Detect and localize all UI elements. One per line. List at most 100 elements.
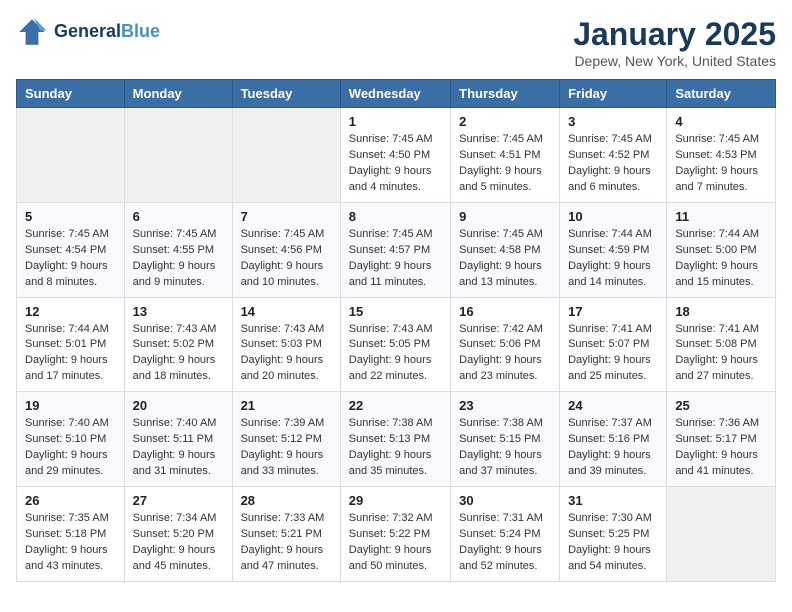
day-number: 17 — [568, 304, 658, 319]
weekday-header: Friday — [560, 80, 667, 108]
cell-text: Sunrise: 7:45 AM Sunset: 4:51 PM Dayligh… — [459, 132, 551, 196]
day-number: 12 — [25, 304, 116, 319]
day-number: 24 — [568, 398, 658, 413]
calendar-cell: 22 Sunrise: 7:38 AM Sunset: 5:13 PM Dayli… — [340, 392, 450, 487]
day-number: 25 — [675, 398, 767, 413]
cell-text: Sunrise: 7:42 AM Sunset: 5:06 PM Dayligh… — [459, 322, 551, 386]
cell-text: Sunrise: 7:36 AM Sunset: 5:17 PM Dayligh… — [675, 416, 767, 480]
weekday-header: Wednesday — [340, 80, 450, 108]
calendar-cell: 17Sunrise: 7:41 AM Sunset: 5:07 PM Dayli… — [560, 297, 667, 392]
cell-text: Sunrise: 7:45 AM Sunset: 4:53 PM Dayligh… — [675, 132, 767, 196]
day-number: 16 — [459, 304, 551, 319]
day-number: 2 — [459, 114, 551, 129]
cell-text: Sunrise: 7:40 AM Sunset: 5:11 PM Dayligh… — [133, 416, 224, 480]
calendar-cell — [17, 108, 125, 203]
day-number: 3 — [568, 114, 658, 129]
calendar-cell: 16 Sunrise: 7:42 AM Sunset: 5:06 PM Dayli… — [451, 297, 560, 392]
title-block: January 2025 Depew, New York, United Sta… — [573, 16, 776, 69]
cell-text: Sunrise: 7:41 AM Sunset: 5:08 PM Dayligh… — [675, 322, 767, 386]
cell-text: Sunrise: 7:31 AM Sunset: 5:24 PM Dayligh… — [459, 511, 551, 575]
logo: GeneralBlue — [16, 16, 160, 48]
day-number: 9 — [459, 209, 551, 224]
day-number: 28 — [241, 493, 332, 508]
day-number: 5 — [25, 209, 116, 224]
page-header: GeneralBlue January 2025 Depew, New York… — [16, 16, 776, 69]
calendar-week-row: 12 Sunrise: 7:44 AM Sunset: 5:01 PM Dayli… — [17, 297, 776, 392]
weekday-header: Sunday — [17, 80, 125, 108]
day-number: 13 — [133, 304, 224, 319]
cell-text: Sunrise: 7:44 AM Sunset: 5:01 PM Dayligh… — [25, 322, 116, 386]
calendar-cell: 15Sunrise: 7:43 AM Sunset: 5:05 PM Dayli… — [340, 297, 450, 392]
calendar-cell: 24 Sunrise: 7:37 AM Sunset: 5:16 PM Dayli… — [560, 392, 667, 487]
day-number: 7 — [241, 209, 332, 224]
weekday-header: Saturday — [667, 80, 776, 108]
cell-text: Sunrise: 7:35 AM Sunset: 5:18 PM Dayligh… — [25, 511, 116, 575]
day-number: 19 — [25, 398, 116, 413]
cell-text: Sunrise: 7:44 AM Sunset: 4:59 PM Dayligh… — [568, 227, 658, 291]
weekday-header: Tuesday — [232, 80, 340, 108]
calendar-cell: 19 Sunrise: 7:40 AM Sunset: 5:10 PM Dayli… — [17, 392, 125, 487]
calendar-cell: 25 Sunrise: 7:36 AM Sunset: 5:17 PM Dayli… — [667, 392, 776, 487]
calendar-cell — [667, 487, 776, 582]
cell-text: Sunrise: 7:44 AM Sunset: 5:00 PM Dayligh… — [675, 227, 767, 291]
cell-text: Sunrise: 7:45 AM Sunset: 4:50 PM Dayligh… — [349, 132, 442, 196]
day-number: 18 — [675, 304, 767, 319]
cell-text: Sunrise: 7:45 AM Sunset: 4:54 PM Dayligh… — [25, 227, 116, 291]
calendar: SundayMondayTuesdayWednesdayThursdayFrid… — [16, 79, 776, 582]
day-number: 21 — [241, 398, 332, 413]
cell-text: Sunrise: 7:34 AM Sunset: 5:20 PM Dayligh… — [133, 511, 224, 575]
cell-text: Sunrise: 7:43 AM Sunset: 5:03 PM Dayligh… — [241, 322, 332, 386]
logo-text: GeneralBlue — [54, 22, 160, 42]
day-number: 10 — [568, 209, 658, 224]
day-number: 8 — [349, 209, 442, 224]
cell-text: Sunrise: 7:45 AM Sunset: 4:52 PM Dayligh… — [568, 132, 658, 196]
calendar-cell: 8 Sunrise: 7:45 AM Sunset: 4:57 PM Daylig… — [340, 202, 450, 297]
calendar-cell: 30 Sunrise: 7:31 AM Sunset: 5:24 PM Dayli… — [451, 487, 560, 582]
calendar-cell — [232, 108, 340, 203]
day-number: 20 — [133, 398, 224, 413]
cell-text: Sunrise: 7:43 AM Sunset: 5:02 PM Dayligh… — [133, 322, 224, 386]
weekday-header: Thursday — [451, 80, 560, 108]
day-number: 4 — [675, 114, 767, 129]
calendar-cell: 14 Sunrise: 7:43 AM Sunset: 5:03 PM Dayli… — [232, 297, 340, 392]
calendar-cell: 11 Sunrise: 7:44 AM Sunset: 5:00 PM Dayli… — [667, 202, 776, 297]
month-title: January 2025 — [573, 16, 776, 53]
day-number: 29 — [349, 493, 442, 508]
calendar-cell: 12 Sunrise: 7:44 AM Sunset: 5:01 PM Dayli… — [17, 297, 125, 392]
day-number: 26 — [25, 493, 116, 508]
calendar-week-row: 1Sunrise: 7:45 AM Sunset: 4:50 PM Daylig… — [17, 108, 776, 203]
calendar-cell: 31Sunrise: 7:30 AM Sunset: 5:25 PM Dayli… — [560, 487, 667, 582]
cell-text: Sunrise: 7:43 AM Sunset: 5:05 PM Dayligh… — [349, 322, 442, 386]
cell-text: Sunrise: 7:45 AM Sunset: 4:57 PM Dayligh… — [349, 227, 442, 291]
cell-text: Sunrise: 7:32 AM Sunset: 5:22 PM Dayligh… — [349, 511, 442, 575]
day-number: 23 — [459, 398, 551, 413]
weekday-header: Monday — [124, 80, 232, 108]
calendar-cell: 18 Sunrise: 7:41 AM Sunset: 5:08 PM Dayli… — [667, 297, 776, 392]
day-number: 27 — [133, 493, 224, 508]
calendar-week-row: 19 Sunrise: 7:40 AM Sunset: 5:10 PM Dayli… — [17, 392, 776, 487]
cell-text: Sunrise: 7:37 AM Sunset: 5:16 PM Dayligh… — [568, 416, 658, 480]
calendar-cell: 26 Sunrise: 7:35 AM Sunset: 5:18 PM Dayli… — [17, 487, 125, 582]
logo-icon — [16, 16, 48, 48]
calendar-cell: 9 Sunrise: 7:45 AM Sunset: 4:58 PM Daylig… — [451, 202, 560, 297]
calendar-cell: 7 Sunrise: 7:45 AM Sunset: 4:56 PM Daylig… — [232, 202, 340, 297]
cell-text: Sunrise: 7:45 AM Sunset: 4:55 PM Dayligh… — [133, 227, 224, 291]
cell-text: Sunrise: 7:45 AM Sunset: 4:58 PM Dayligh… — [459, 227, 551, 291]
day-number: 30 — [459, 493, 551, 508]
calendar-cell: 4 Sunrise: 7:45 AM Sunset: 4:53 PM Daylig… — [667, 108, 776, 203]
calendar-cell: 23Sunrise: 7:38 AM Sunset: 5:15 PM Dayli… — [451, 392, 560, 487]
calendar-cell: 28Sunrise: 7:33 AM Sunset: 5:21 PM Dayli… — [232, 487, 340, 582]
calendar-cell: 6 Sunrise: 7:45 AM Sunset: 4:55 PM Daylig… — [124, 202, 232, 297]
cell-text: Sunrise: 7:40 AM Sunset: 5:10 PM Dayligh… — [25, 416, 116, 480]
calendar-cell: 3 Sunrise: 7:45 AM Sunset: 4:52 PM Daylig… — [560, 108, 667, 203]
cell-text: Sunrise: 7:38 AM Sunset: 5:13 PM Dayligh… — [349, 416, 442, 480]
calendar-cell: 10 Sunrise: 7:44 AM Sunset: 4:59 PM Dayli… — [560, 202, 667, 297]
day-number: 22 — [349, 398, 442, 413]
calendar-cell: 2 Sunrise: 7:45 AM Sunset: 4:51 PM Daylig… — [451, 108, 560, 203]
cell-text: Sunrise: 7:45 AM Sunset: 4:56 PM Dayligh… — [241, 227, 332, 291]
location: Depew, New York, United States — [573, 53, 776, 69]
day-number: 11 — [675, 209, 767, 224]
day-number: 6 — [133, 209, 224, 224]
calendar-cell: 20 Sunrise: 7:40 AM Sunset: 5:11 PM Dayli… — [124, 392, 232, 487]
day-number: 14 — [241, 304, 332, 319]
